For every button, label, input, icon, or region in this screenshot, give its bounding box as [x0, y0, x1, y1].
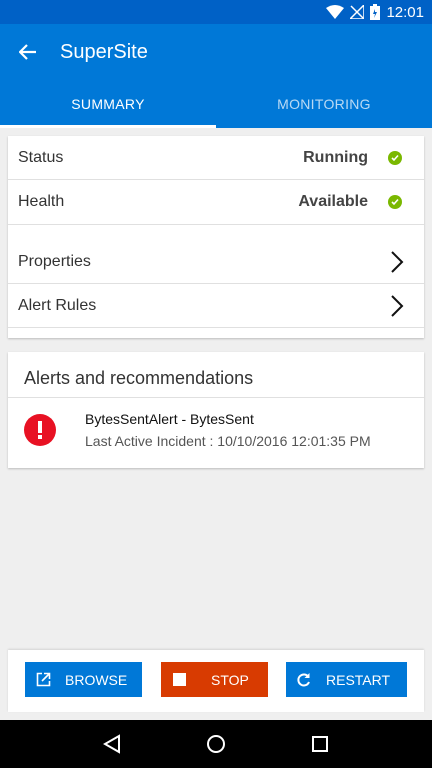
chevron-right-icon — [390, 294, 404, 318]
check-icon — [388, 150, 402, 165]
tab-monitoring[interactable]: MONITORING — [216, 80, 432, 128]
tab-summary[interactable]: SUMMARY — [0, 80, 216, 128]
open-external-icon — [34, 671, 52, 689]
square-recents-icon — [312, 736, 328, 752]
no-signal-icon — [350, 5, 365, 19]
back-button[interactable] — [16, 40, 40, 64]
health-value: Available — [298, 193, 368, 210]
properties-label: Properties — [18, 252, 91, 270]
alert-rules-label: Alert Rules — [18, 296, 97, 314]
alert-detail: Last Active Incident : 10/10/2016 12:01:… — [85, 433, 371, 449]
clock: 12:01 — [386, 3, 424, 21]
stop-icon — [170, 671, 188, 689]
stop-label: STOP — [211, 671, 249, 688]
check-icon — [388, 195, 402, 209]
status-value: Running — [303, 148, 368, 166]
tab-bar: SUMMARY MONITORING — [0, 80, 432, 128]
recents-nav-button[interactable] — [296, 720, 344, 768]
chevron-right-icon — [390, 250, 404, 274]
status-card: Status Running Health Available Properti… — [8, 136, 424, 338]
health-row: Health Available — [8, 180, 424, 225]
refresh-icon — [295, 671, 313, 689]
wifi-icon — [326, 5, 345, 19]
error-icon — [24, 414, 56, 451]
restart-label: RESTART — [326, 671, 391, 688]
battery-icon — [370, 4, 381, 20]
circle-home-icon — [207, 735, 225, 753]
properties-row[interactable]: Properties — [8, 225, 424, 284]
status-label: Status — [18, 148, 64, 166]
browse-button[interactable]: BROWSE — [25, 662, 142, 697]
alert-rules-row[interactable]: Alert Rules — [8, 284, 424, 328]
alert-name: BytesSentAlert - BytesSent — [85, 411, 254, 427]
alerts-title: Alerts and recommendations — [8, 352, 424, 398]
alerts-card: Alerts and recommendations BytesSentAler… — [8, 352, 424, 468]
browse-label: BROWSE — [65, 671, 128, 688]
home-nav-button[interactable] — [192, 720, 240, 768]
arrow-left-icon — [19, 44, 36, 60]
stop-button[interactable]: STOP — [161, 662, 268, 697]
page-title: SuperSite — [60, 41, 148, 63]
status-row: Status Running — [8, 136, 424, 180]
app-bar: SuperSite SUMMARY MONITORING — [0, 24, 432, 128]
triangle-back-icon — [103, 734, 120, 754]
action-bar: BROWSE STOP RESTART — [8, 650, 424, 712]
restart-button[interactable]: RESTART — [286, 662, 407, 697]
nav-bar — [0, 720, 432, 768]
back-nav-button[interactable] — [88, 720, 136, 768]
alert-item[interactable]: BytesSentAlert - BytesSent Last Active I… — [8, 398, 424, 468]
status-bar: 12:01 — [0, 0, 432, 24]
health-label: Health — [18, 193, 65, 210]
